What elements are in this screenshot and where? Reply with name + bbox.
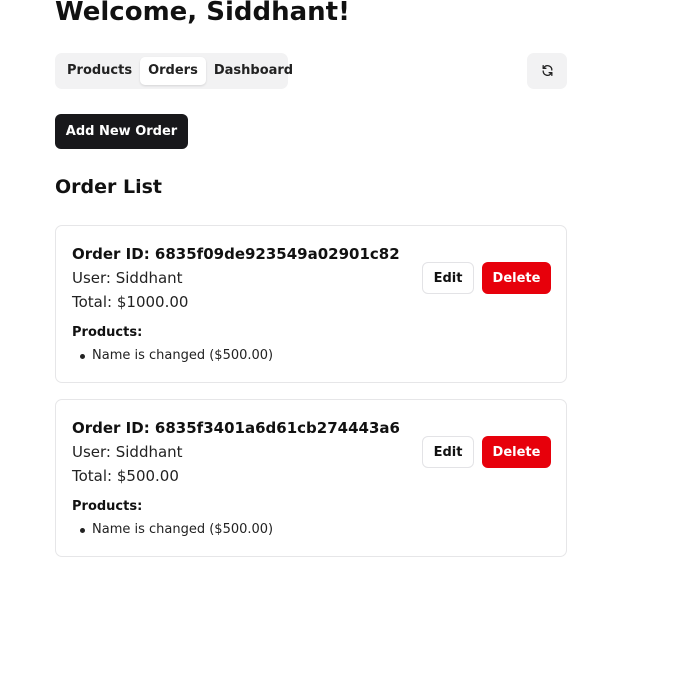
order-id: Order ID: 6835f09de923549a02901c82 [72, 245, 400, 263]
product-list: Name is changed ($500.00) [72, 346, 273, 366]
tab-products[interactable]: Products [59, 57, 140, 85]
product-text: Name is changed ($500.00) [92, 348, 274, 363]
edit-button[interactable]: Edit [422, 436, 474, 468]
add-new-order-button[interactable]: Add New Order [55, 114, 188, 149]
bullet-icon [80, 354, 85, 359]
tab-dashboard[interactable]: Dashboard [206, 57, 301, 85]
refresh-icon [541, 62, 554, 81]
refresh-button[interactable] [527, 53, 567, 89]
product-list-item: Name is changed ($500.00) [72, 520, 273, 540]
tab-bar: Products Orders Dashboard [55, 53, 293, 89]
delete-button[interactable]: Delete [482, 436, 551, 468]
order-card: Order ID: 6835f3401a6d61cb274443a6 User:… [55, 399, 567, 557]
order-user: User: Siddhant [72, 269, 183, 287]
delete-button[interactable]: Delete [482, 262, 551, 294]
product-list: Name is changed ($500.00) [72, 520, 273, 540]
bullet-icon [80, 528, 85, 533]
order-card: Order ID: 6835f09de923549a02901c82 User:… [55, 225, 567, 383]
product-text: Name is changed ($500.00) [92, 522, 274, 537]
products-label: Products: [72, 499, 143, 514]
products-label: Products: [72, 325, 143, 340]
order-total: Total: $500.00 [72, 467, 179, 485]
tab-orders[interactable]: Orders [140, 57, 206, 85]
product-list-item: Name is changed ($500.00) [72, 346, 273, 366]
edit-button[interactable]: Edit [422, 262, 474, 294]
order-list-heading: Order List [55, 176, 163, 198]
page: Welcome, Siddhant! Products Orders Dashb… [0, 0, 691, 697]
order-user: User: Siddhant [72, 443, 183, 461]
order-total: Total: $1000.00 [72, 293, 189, 311]
page-title: Welcome, Siddhant! [55, 0, 350, 27]
order-id: Order ID: 6835f3401a6d61cb274443a6 [72, 419, 400, 437]
